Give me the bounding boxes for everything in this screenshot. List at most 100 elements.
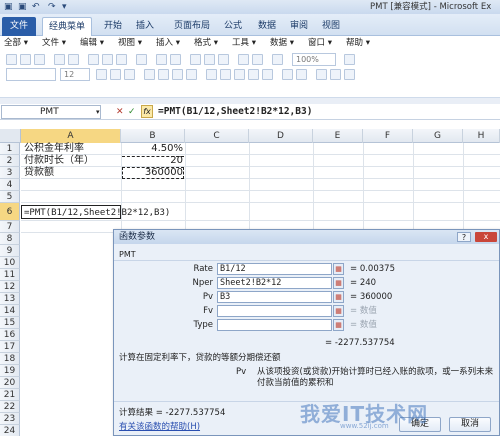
tab-view[interactable]: 视图 xyxy=(314,17,348,36)
menu-edit[interactable]: 编辑 ▾ xyxy=(80,37,104,50)
increase-decimal-icon[interactable] xyxy=(248,69,259,80)
function-help-link[interactable]: 有关该函数的帮助(H) xyxy=(119,420,200,432)
dialog-close-button[interactable]: x xyxy=(475,232,497,242)
align-center-icon[interactable] xyxy=(158,69,169,80)
cell-a6[interactable]: =PMT(B1/12,Sheet2!B2*12,B3) xyxy=(21,205,170,219)
align-left-icon[interactable] xyxy=(144,69,155,80)
column-header[interactable]: C xyxy=(185,129,249,143)
copy-icon[interactable] xyxy=(102,54,113,65)
collapse-dialog-icon[interactable]: ▦ xyxy=(333,319,344,331)
undo-toolbar-icon[interactable] xyxy=(156,54,167,65)
drawing-icon[interactable] xyxy=(252,54,263,65)
chart-icon[interactable] xyxy=(238,54,249,65)
format-painter-icon[interactable] xyxy=(136,54,147,65)
column-header[interactable]: H xyxy=(463,129,500,143)
cell-a2[interactable]: 付款时长（年） xyxy=(24,155,94,167)
tab-review[interactable]: 审阅 xyxy=(282,17,316,36)
collapse-dialog-icon[interactable]: ▦ xyxy=(333,277,344,289)
align-right-icon[interactable] xyxy=(172,69,183,80)
tab-data[interactable]: 数据 xyxy=(250,17,284,36)
tab-file[interactable]: 文件 xyxy=(2,17,36,36)
row-header[interactable]: 1 xyxy=(0,143,20,155)
menu-window[interactable]: 窗口 ▾ xyxy=(308,37,332,50)
sort-asc-icon[interactable] xyxy=(204,54,215,65)
cell-a1[interactable]: 公积金年利率 xyxy=(24,143,84,155)
dialog-help-button[interactable]: ? xyxy=(457,232,471,242)
menu-data[interactable]: 数据 ▾ xyxy=(270,37,294,50)
cancel-icon[interactable]: ✕ xyxy=(116,105,124,119)
percent-icon[interactable] xyxy=(220,69,231,80)
save-toolbar-icon[interactable] xyxy=(34,54,45,65)
sum-icon[interactable] xyxy=(190,54,201,65)
row-header[interactable]: 16 xyxy=(0,329,20,341)
enter-icon[interactable]: ✓ xyxy=(128,105,136,119)
arg-input-fv[interactable] xyxy=(217,305,332,317)
row-header[interactable]: 23 xyxy=(0,413,20,425)
underline-icon[interactable] xyxy=(124,69,135,80)
row-header[interactable]: 8 xyxy=(0,233,20,245)
redo-toolbar-icon[interactable] xyxy=(170,54,181,65)
row-header[interactable]: 18 xyxy=(0,353,20,365)
collapse-dialog-icon[interactable]: ▦ xyxy=(333,291,344,303)
column-header[interactable]: G xyxy=(413,129,463,143)
row-header[interactable]: 2 xyxy=(0,155,20,167)
menu-file[interactable]: 文件 ▾ xyxy=(42,37,66,50)
zoom-select[interactable]: 100% xyxy=(292,53,336,66)
row-header[interactable]: 9 xyxy=(0,245,20,257)
collapse-dialog-icon[interactable]: ▦ xyxy=(333,263,344,275)
row-header[interactable]: 19 xyxy=(0,365,20,377)
sort-desc-icon[interactable] xyxy=(218,54,229,65)
row-header[interactable]: 3 xyxy=(0,167,20,179)
undo-icon[interactable]: ↶ xyxy=(32,1,40,13)
decrease-indent-icon[interactable] xyxy=(282,69,293,80)
arg-input-rate[interactable]: B1/12 xyxy=(217,263,332,275)
name-box-dropdown-icon[interactable]: ▾ xyxy=(96,106,100,118)
row-header[interactable]: 11 xyxy=(0,269,20,281)
row-header[interactable]: 12 xyxy=(0,281,20,293)
row-header[interactable]: 5 xyxy=(0,191,20,203)
row-header[interactable]: 14 xyxy=(0,305,20,317)
row-header[interactable]: 17 xyxy=(0,341,20,353)
column-header[interactable]: D xyxy=(249,129,313,143)
open-icon[interactable] xyxy=(20,54,31,65)
print-icon[interactable] xyxy=(54,54,65,65)
row-header[interactable]: 24 xyxy=(0,425,20,436)
save-icon[interactable]: ▣ xyxy=(18,1,27,13)
font-name-select[interactable] xyxy=(6,68,56,81)
row-header[interactable]: 13 xyxy=(0,293,20,305)
menu-help[interactable]: 帮助 ▾ xyxy=(346,37,370,50)
help-toolbar-icon[interactable] xyxy=(344,54,355,65)
tab-insert[interactable]: 插入 xyxy=(128,17,162,36)
tab-home[interactable]: 开始 xyxy=(96,17,130,36)
paste-icon[interactable] xyxy=(116,54,127,65)
qat-dropdown-icon[interactable]: ▾ xyxy=(62,1,67,13)
currency-icon[interactable] xyxy=(206,69,217,80)
fill-color-icon[interactable] xyxy=(330,69,341,80)
italic-icon[interactable] xyxy=(110,69,121,80)
increase-indent-icon[interactable] xyxy=(296,69,307,80)
decrease-decimal-icon[interactable] xyxy=(262,69,273,80)
font-color-icon[interactable] xyxy=(344,69,355,80)
comma-style-icon[interactable] xyxy=(234,69,245,80)
name-box[interactable]: PMT xyxy=(1,105,101,119)
column-header[interactable]: B xyxy=(121,129,185,143)
insert-function-button[interactable]: fx xyxy=(141,105,153,118)
menu-insert[interactable]: 插入 ▾ xyxy=(156,37,180,50)
excel-icon[interactable]: ▣ xyxy=(4,1,13,13)
cell-b3[interactable]: 360000 xyxy=(122,167,184,179)
font-size-select[interactable]: 12 xyxy=(60,68,90,81)
row-header[interactable]: 22 xyxy=(0,401,20,413)
tab-classic-menu[interactable]: 经典菜单 xyxy=(42,17,92,36)
insert-function-icon[interactable] xyxy=(272,54,283,65)
bold-icon[interactable] xyxy=(96,69,107,80)
preview-icon[interactable] xyxy=(68,54,79,65)
formula-input[interactable]: =PMT(B1/12,Sheet2!B2*12,B3) xyxy=(158,105,312,119)
tab-page-layout[interactable]: 页面布局 xyxy=(166,17,218,36)
column-header[interactable]: E xyxy=(313,129,363,143)
arg-input-nper[interactable]: Sheet2!B2*12 xyxy=(217,277,332,289)
row-header[interactable]: 4 xyxy=(0,179,20,191)
menu-format[interactable]: 格式 ▾ xyxy=(194,37,218,50)
redo-icon[interactable]: ↷ xyxy=(48,1,56,13)
cut-icon[interactable] xyxy=(88,54,99,65)
arg-input-pv[interactable]: B3 xyxy=(217,291,332,303)
